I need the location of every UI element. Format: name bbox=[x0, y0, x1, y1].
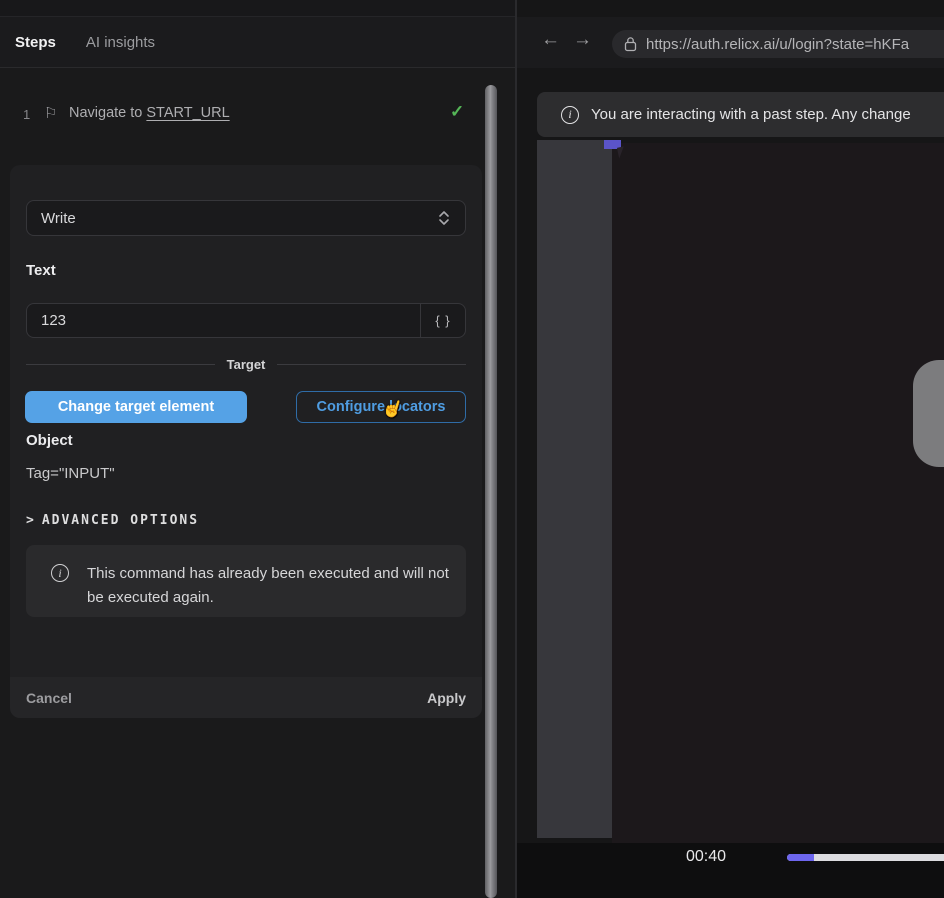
browser-chrome: ← → https://auth.relicx.ai/u/login?state… bbox=[517, 17, 944, 68]
configure-locators-button[interactable]: Configure locators bbox=[296, 391, 466, 423]
url-bar[interactable]: https://auth.relicx.ai/u/login?state=hKF… bbox=[612, 30, 944, 58]
executed-info-message: This command has already been executed a… bbox=[87, 562, 449, 610]
replay-controls: 00:40 bbox=[517, 843, 944, 898]
step-success-check-icon: ✓ bbox=[450, 102, 464, 122]
browser-replay-panel: ← → https://auth.relicx.ai/u/login?state… bbox=[517, 0, 944, 898]
viewport-gutter bbox=[537, 140, 612, 838]
scrollbar-thumb[interactable] bbox=[485, 85, 497, 898]
url-text: https://auth.relicx.ai/u/login?state=hKF… bbox=[646, 36, 909, 53]
flag-icon: ⚐ bbox=[44, 104, 57, 122]
cancel-button[interactable]: Cancel bbox=[26, 690, 72, 706]
text-field-label: Text bbox=[26, 262, 56, 279]
advanced-options-toggle[interactable]: > ADVANCED OPTIONS bbox=[26, 513, 199, 528]
variables-button[interactable]: { } bbox=[420, 304, 465, 337]
start-url-link[interactable]: START_URL bbox=[146, 105, 229, 121]
page-screenshot bbox=[612, 143, 944, 843]
step-title: Navigate to START_URL bbox=[69, 105, 230, 121]
replay-progress-bar[interactable] bbox=[787, 854, 944, 861]
panel-scrollbar[interactable] bbox=[483, 85, 499, 898]
panel-tabs: Steps AI insights bbox=[0, 17, 515, 68]
app-window: Steps AI insights 1 ⚐ Navigate to START_… bbox=[0, 0, 944, 898]
executed-info-box: i This command has already been executed… bbox=[26, 545, 466, 617]
tab-steps[interactable]: Steps bbox=[15, 34, 56, 51]
apply-button[interactable]: Apply bbox=[427, 690, 466, 706]
text-input-group: { } bbox=[26, 303, 466, 338]
divider-line bbox=[277, 364, 466, 365]
replay-progress-fill bbox=[787, 854, 814, 861]
editor-footer: Cancel Apply bbox=[10, 677, 482, 718]
chevron-right-icon: > bbox=[26, 513, 34, 528]
tab-ai-insights[interactable]: AI insights bbox=[86, 34, 155, 51]
change-target-element-button[interactable]: Change target element bbox=[25, 391, 247, 423]
back-arrow-icon[interactable]: ← bbox=[541, 29, 560, 51]
advanced-options-label: ADVANCED OPTIONS bbox=[42, 513, 199, 528]
past-step-banner: i You are interacting with a past step. … bbox=[537, 92, 944, 137]
step-title-text: Navigate to bbox=[69, 105, 146, 121]
info-icon: i bbox=[561, 106, 579, 124]
side-handle[interactable] bbox=[913, 360, 944, 467]
divider-line bbox=[26, 364, 215, 365]
step-row[interactable]: 1 ⚐ Navigate to START_URL ✓ bbox=[0, 98, 483, 134]
target-section-label: Target bbox=[227, 357, 266, 372]
text-input[interactable] bbox=[27, 304, 420, 337]
chevron-updown-icon bbox=[437, 208, 451, 228]
steps-panel: Steps AI insights 1 ⚐ Navigate to START_… bbox=[0, 17, 515, 898]
object-value: Tag="INPUT" bbox=[26, 465, 115, 482]
forward-arrow-icon[interactable]: → bbox=[573, 29, 592, 51]
past-step-banner-message: You are interacting with a past step. An… bbox=[591, 106, 911, 123]
step-editor-card: Write Text { } Target Change ta bbox=[10, 165, 482, 718]
lock-icon bbox=[624, 36, 637, 52]
target-buttons-row: Change target element Configure locators… bbox=[10, 391, 482, 423]
target-section-divider: Target bbox=[26, 356, 466, 372]
step-index: 1 bbox=[23, 107, 30, 122]
replay-timestamp: 00:40 bbox=[686, 848, 726, 866]
action-select-value: Write bbox=[41, 210, 76, 227]
object-label: Object bbox=[26, 432, 73, 449]
action-select[interactable]: Write bbox=[26, 200, 466, 236]
info-icon: i bbox=[51, 564, 69, 582]
